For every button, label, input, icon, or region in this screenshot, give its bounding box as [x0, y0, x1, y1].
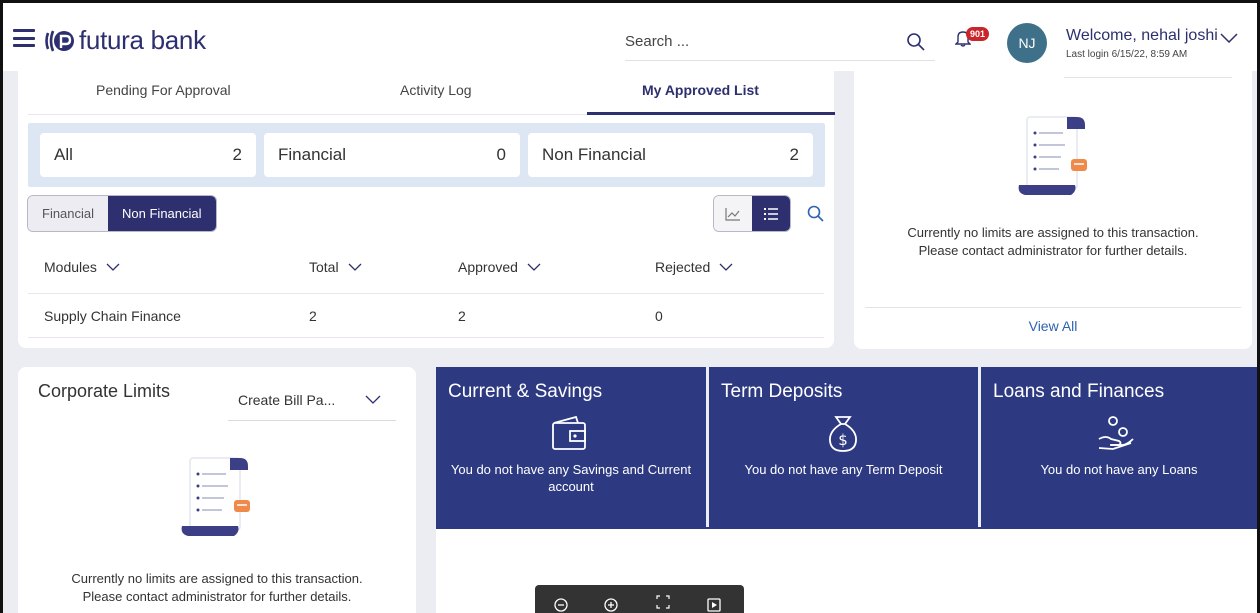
- approval-tabs: Pending For Approval Activity Log My App…: [28, 71, 835, 115]
- cell-rejected: 0: [655, 308, 663, 324]
- summary-financial-count: 0: [496, 145, 506, 164]
- summary-non-financial[interactable]: Non Financial 2: [528, 133, 813, 177]
- transaction-limits-card: Currently no limits are assigned to this…: [854, 71, 1252, 349]
- column-header-total[interactable]: Total: [309, 259, 362, 275]
- corporate-limits-card: Corporate Limits Create Bill Pa... Curre…: [18, 367, 416, 613]
- toggle-non-financial[interactable]: Non Financial: [108, 196, 216, 231]
- message-line: Please contact administrator for further…: [918, 243, 1188, 258]
- tile-title: Loans and Finances: [993, 381, 1165, 402]
- bank-logo[interactable]: futura bank: [45, 25, 206, 56]
- divider: [28, 293, 824, 294]
- term-deposits-tile[interactable]: Term Deposits $ You do not have any Term…: [709, 367, 978, 527]
- futura-logo-icon: [45, 30, 74, 51]
- search-input[interactable]: [625, 27, 885, 50]
- tile-title: Current & Savings: [448, 381, 603, 402]
- summary-financial[interactable]: Financial 0: [264, 133, 520, 177]
- summary-financial-label: Financial: [278, 145, 347, 164]
- document-chat-icon: [181, 457, 250, 536]
- cell-total: 2: [309, 308, 317, 324]
- summary-all-label: All: [54, 145, 73, 164]
- search-icon[interactable]: [807, 205, 825, 223]
- divider: [1064, 77, 1232, 78]
- divider: [28, 337, 824, 338]
- view-all-link[interactable]: View All: [854, 318, 1252, 334]
- menu-icon[interactable]: [13, 29, 35, 47]
- tab-pending-for-approval[interactable]: Pending For Approval: [96, 82, 231, 98]
- view-mode-toggle: [713, 195, 791, 232]
- present-icon[interactable]: [707, 598, 721, 612]
- column-label: Rejected: [655, 259, 711, 275]
- chevron-down-icon: [527, 263, 541, 271]
- chart-view-button[interactable]: [714, 196, 752, 231]
- line-chart-icon: [725, 207, 740, 221]
- divider: [865, 307, 1241, 308]
- search-icon[interactable]: [906, 32, 926, 52]
- message-line: Please contact administrator for further…: [82, 589, 352, 604]
- column-label: Modules: [44, 259, 97, 275]
- tile-message: You do not have any Loans: [1040, 462, 1198, 477]
- svg-text:$: $: [838, 431, 848, 449]
- brand-name: futura bank: [79, 25, 206, 55]
- document-chat-icon: [1018, 116, 1087, 195]
- no-limits-message: Currently no limits are assigned to this…: [854, 224, 1252, 260]
- column-label: Total: [309, 259, 339, 275]
- avatar[interactable]: NJ: [1007, 23, 1047, 63]
- summary-non-financial-label: Non Financial: [542, 145, 646, 164]
- summary-strip: All 2 Financial 0 Non Financial 2: [28, 123, 825, 187]
- tile-message: You do not have any Savings and Current …: [450, 462, 692, 494]
- wallet-icon: [552, 415, 586, 450]
- list-icon: [764, 207, 778, 220]
- column-header-modules[interactable]: Modules: [44, 259, 120, 275]
- viewer-toolbar: [535, 585, 744, 613]
- last-login-text: Last login 6/15/22, 8:59 AM: [1066, 49, 1188, 60]
- cell-approved: 2: [458, 308, 466, 324]
- message-line: Currently no limits are assigned to this…: [907, 225, 1199, 240]
- column-header-approved[interactable]: Approved: [458, 259, 541, 275]
- loans-finances-tile[interactable]: Loans and Finances You do not have any L…: [981, 367, 1257, 527]
- hand-coins-icon: [1098, 416, 1134, 450]
- chevron-down-icon: [719, 263, 733, 271]
- chevron-down-icon: [106, 263, 120, 271]
- welcome-text[interactable]: Welcome, nehal joshi: [1066, 27, 1218, 45]
- selected-value: Create Bill Pa...: [238, 392, 336, 408]
- summary-all-count: 2: [232, 145, 242, 164]
- zoom-in-icon[interactable]: [604, 598, 618, 612]
- cell-module: Supply Chain Finance: [44, 308, 181, 324]
- fit-page-icon[interactable]: [656, 595, 670, 609]
- app-frame: futura bank 901 NJ Welcome, nehal joshi …: [0, 0, 1260, 613]
- toggle-financial[interactable]: Financial: [28, 196, 109, 231]
- tab-my-approved-list[interactable]: My Approved List: [642, 82, 759, 98]
- active-tab-indicator: [587, 112, 835, 115]
- list-view-button[interactable]: [752, 196, 790, 231]
- global-search: [625, 27, 935, 61]
- column-label: Approved: [458, 259, 518, 275]
- approval-card: Pending For Approval Activity Log My App…: [18, 71, 835, 348]
- tile-title: Term Deposits: [721, 381, 843, 402]
- summary-all[interactable]: All 2: [40, 133, 256, 177]
- chevron-down-icon: [365, 395, 381, 404]
- top-header: futura bank 901 NJ Welcome, nehal joshi …: [3, 3, 1257, 71]
- zoom-out-icon[interactable]: [554, 598, 568, 612]
- column-header-rejected[interactable]: Rejected: [655, 259, 733, 275]
- corporate-limits-title: Corporate Limits: [38, 381, 171, 401]
- message-line: Currently no limits are assigned to this…: [71, 571, 363, 586]
- money-bag-icon: $: [829, 416, 857, 452]
- tile-message: You do not have any Term Deposit: [744, 462, 943, 477]
- chevron-down-icon[interactable]: [1220, 33, 1238, 43]
- tab-activity-log[interactable]: Activity Log: [400, 82, 472, 98]
- summary-non-financial-count: 2: [789, 145, 799, 164]
- transaction-select[interactable]: Create Bill Pa...: [228, 381, 396, 421]
- no-limits-message: Currently no limits are assigned to this…: [18, 570, 416, 606]
- current-savings-tile[interactable]: Current & Savings You do not have any Sa…: [436, 367, 706, 527]
- notification-badge[interactable]: 901: [966, 27, 990, 41]
- transaction-type-toggle: Financial Non Financial: [27, 195, 217, 232]
- chevron-down-icon: [348, 263, 362, 271]
